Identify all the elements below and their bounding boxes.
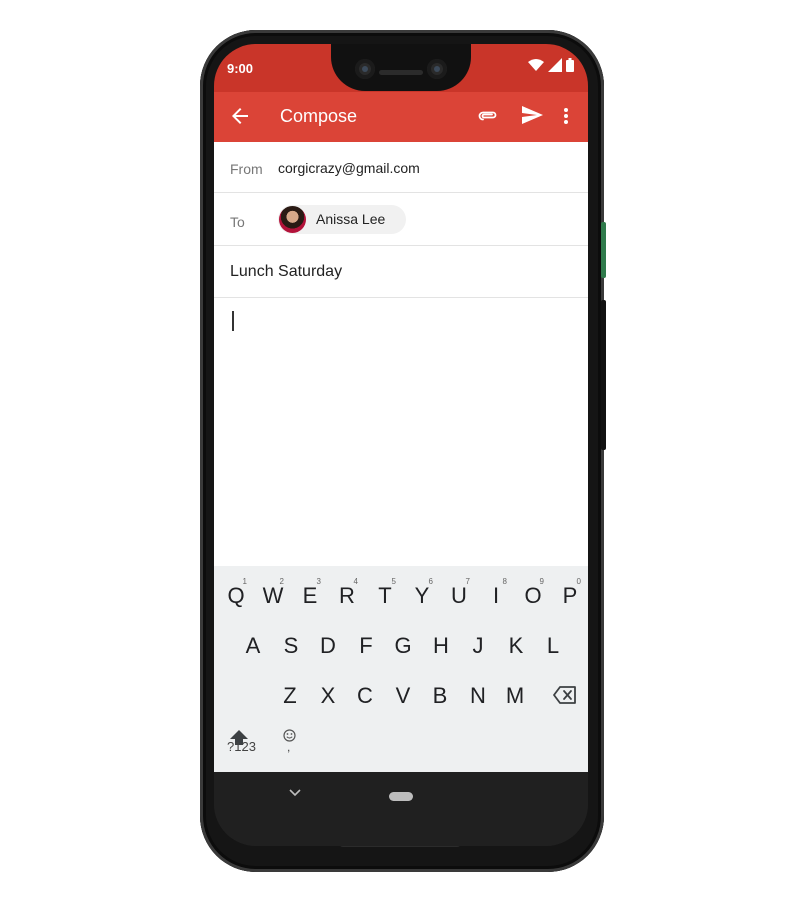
paperclip-icon[interactable] — [476, 104, 500, 128]
key-hint: 9 — [539, 577, 544, 586]
from-row[interactable]: From corgicrazy@gmail.com — [214, 142, 588, 193]
recipient-chip[interactable]: Anissa Lee — [278, 205, 406, 234]
key-v[interactable]: V — [386, 676, 420, 716]
from-label: From — [230, 161, 263, 177]
key-hint: 7 — [465, 577, 470, 586]
key-s[interactable]: S — [274, 626, 308, 666]
key-hint: 6 — [428, 577, 433, 586]
body-field[interactable] — [214, 298, 588, 566]
key-p[interactable]: P0 — [553, 576, 587, 616]
key-k[interactable]: K — [499, 626, 533, 666]
key-r[interactable]: R4 — [330, 576, 364, 616]
key-hint: 2 — [279, 577, 284, 586]
key-o[interactable]: O9 — [516, 576, 550, 616]
status-time: 9:00 — [227, 61, 254, 76]
key-g[interactable]: G — [386, 626, 420, 666]
key-i[interactable]: I8 — [479, 576, 513, 616]
key-hint: 4 — [353, 577, 358, 586]
key-c[interactable]: C — [348, 676, 382, 716]
key-x[interactable]: X — [311, 676, 345, 716]
key-t[interactable]: T5 — [368, 576, 402, 616]
text-cursor — [232, 311, 234, 331]
from-account[interactable]: corgicrazy@gmail.com — [278, 160, 420, 176]
key-l[interactable]: L — [536, 626, 570, 666]
volume-button — [601, 300, 606, 450]
on-screen-keyboard: Q1 W2 E3 R4 T5 Y6 U7 I8 O9 P0 A S D F G … — [214, 566, 588, 806]
earpiece-speaker — [379, 70, 423, 75]
emoji-key[interactable]: , — [280, 729, 300, 759]
key-hint: 8 — [502, 577, 507, 586]
key-hint: 0 — [576, 577, 581, 586]
home-pill-button[interactable] — [389, 792, 413, 801]
key-hint: 3 — [316, 577, 321, 586]
key-h[interactable]: H — [424, 626, 458, 666]
to-row[interactable]: To Anissa Lee — [214, 193, 588, 246]
recipient-name: Anissa Lee — [316, 211, 386, 227]
key-j[interactable]: J — [461, 626, 495, 666]
phone-screen: 9:00 Compose From corgicrazy@gmail.com T… — [214, 44, 588, 846]
key-y[interactable]: Y6 — [405, 576, 439, 616]
front-camera-icon — [355, 59, 375, 79]
key-hint: 5 — [391, 577, 396, 586]
hide-keyboard-chevron-icon[interactable] — [288, 788, 302, 798]
key-f[interactable]: F — [349, 626, 383, 666]
key-hint: 1 — [242, 577, 247, 586]
key-e[interactable]: E3 — [293, 576, 327, 616]
comma-label: , — [287, 740, 291, 754]
key-w[interactable]: W2 — [256, 576, 290, 616]
compose-app-bar: Compose — [214, 92, 588, 142]
status-icons — [528, 58, 574, 72]
subject-text: Lunch Saturday — [230, 263, 343, 280]
front-camera-icon — [427, 59, 447, 79]
back-arrow-icon[interactable] — [228, 104, 252, 128]
key-q[interactable]: Q1 — [219, 576, 253, 616]
wifi-icon — [528, 59, 544, 71]
power-button — [601, 222, 606, 278]
subject-field[interactable]: Lunch Saturday — [214, 246, 588, 298]
battery-icon — [566, 58, 574, 72]
camera-notch — [331, 44, 471, 91]
avatar — [279, 206, 306, 233]
backspace-icon[interactable] — [553, 686, 577, 704]
key-m[interactable]: M — [498, 676, 532, 716]
key-b[interactable]: B — [423, 676, 457, 716]
signal-icon — [548, 58, 562, 72]
page-title: Compose — [280, 106, 358, 126]
key-a[interactable]: A — [236, 626, 270, 666]
to-label: To — [230, 214, 245, 230]
status-bar: 9:00 — [214, 44, 588, 92]
key-z[interactable]: Z — [273, 676, 307, 716]
key-d[interactable]: D — [311, 626, 345, 666]
system-nav-bar — [214, 772, 588, 846]
send-icon[interactable] — [520, 103, 544, 127]
symbols-key[interactable]: ?123 — [227, 739, 256, 754]
compose-form: From corgicrazy@gmail.com To Anissa Lee … — [214, 142, 588, 566]
key-u[interactable]: U7 — [442, 576, 476, 616]
more-vert-icon[interactable] — [560, 104, 572, 128]
key-n[interactable]: N — [461, 676, 495, 716]
